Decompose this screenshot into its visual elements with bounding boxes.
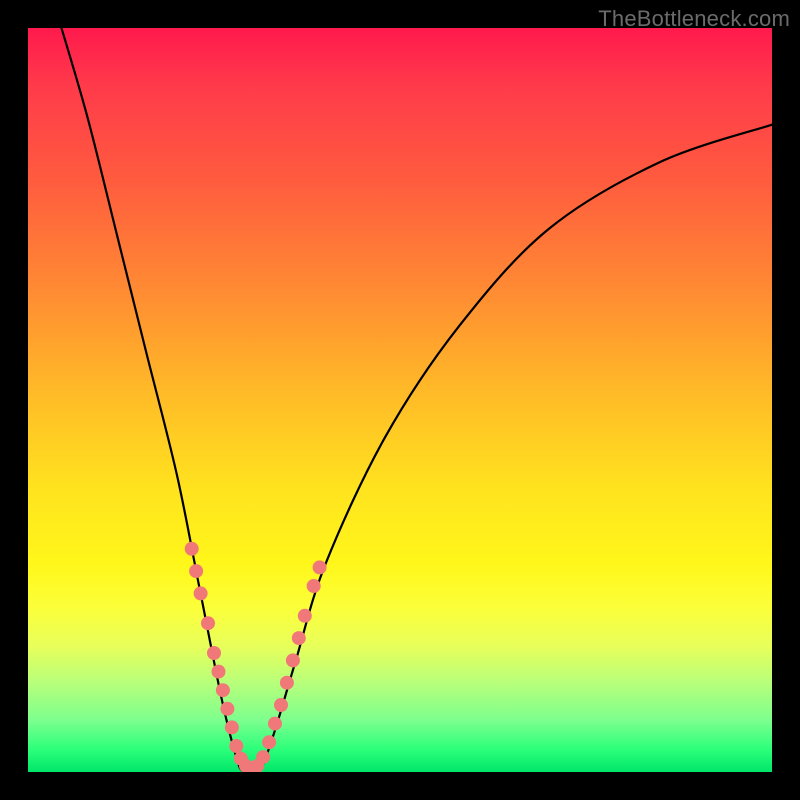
highlight-dot [189, 564, 203, 578]
highlight-dot [212, 665, 226, 679]
highlight-dot [268, 717, 282, 731]
highlight-dot [313, 560, 327, 574]
highlight-dot [207, 646, 221, 660]
highlight-dot [307, 579, 321, 593]
plot-area [28, 28, 772, 772]
highlight-dots-group [185, 542, 327, 772]
highlight-dot [286, 653, 300, 667]
highlight-dot [216, 683, 230, 697]
highlight-dot [298, 609, 312, 623]
highlight-dot [229, 739, 243, 753]
chart-svg [28, 28, 772, 772]
highlight-dot [274, 698, 288, 712]
highlight-dot [262, 735, 276, 749]
highlight-dot [194, 586, 208, 600]
highlight-dot [256, 750, 270, 764]
highlight-dot [292, 631, 306, 645]
highlight-dot [201, 616, 215, 630]
chart-frame: TheBottleneck.com [0, 0, 800, 800]
watermark-text: TheBottleneck.com [598, 6, 790, 32]
highlight-dot [280, 676, 294, 690]
highlight-dot [185, 542, 199, 556]
highlight-dot [220, 702, 234, 716]
highlight-dot [225, 720, 239, 734]
bottleneck-curve [61, 28, 772, 772]
